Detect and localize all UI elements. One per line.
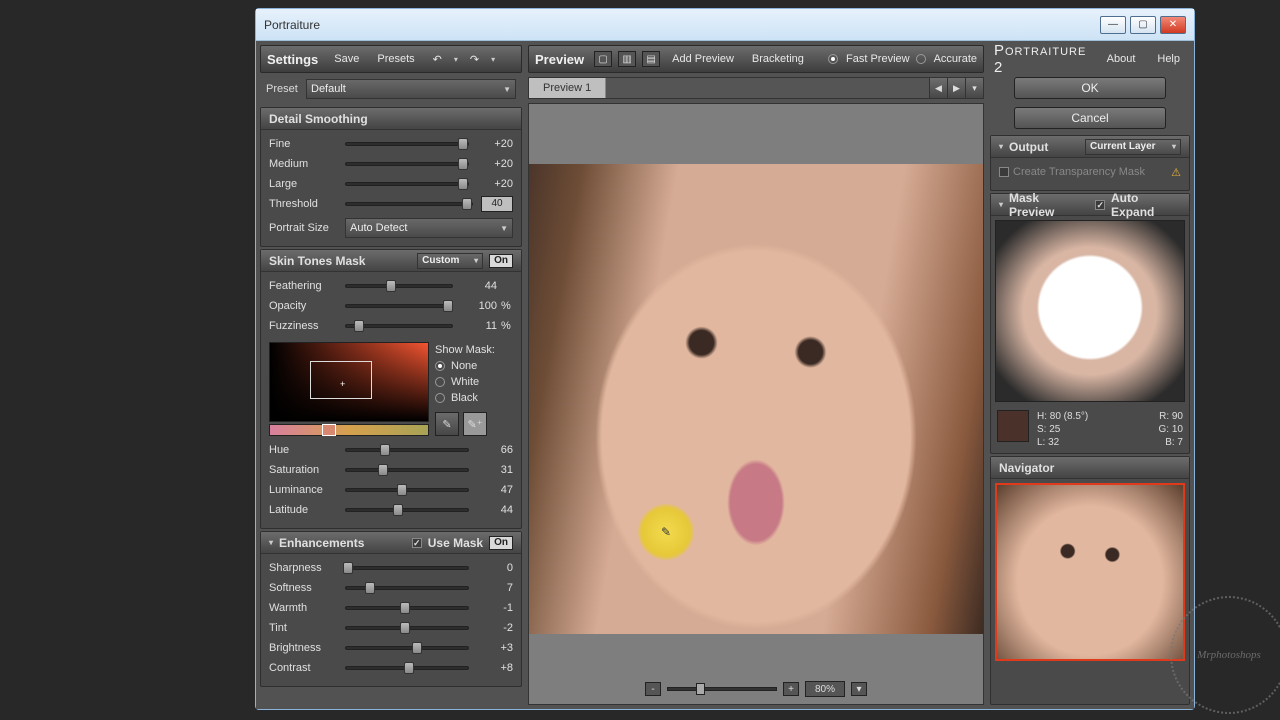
luminance-slider[interactable]	[345, 488, 469, 492]
settings-title: Settings	[267, 52, 318, 67]
zoom-menu-icon[interactable]: ▾	[851, 682, 867, 696]
skin-tones-title: Skin Tones Mask	[269, 254, 365, 268]
threshold-input[interactable]: 40	[481, 196, 513, 212]
zoom-out-button[interactable]: -	[645, 682, 661, 696]
tab-preview-1[interactable]: Preview 1	[529, 78, 606, 98]
tab-prev-icon[interactable]: ◀	[929, 78, 947, 98]
opacity-slider[interactable]	[345, 304, 453, 308]
brand-bar: Portraiture 2 About Help	[990, 45, 1190, 73]
app-window: Portraiture — ▢ ✕ Settings Save Presets …	[255, 8, 1195, 710]
skin-tones-panel: Skin Tones Mask Custom▾ On Feathering 44…	[260, 249, 522, 529]
zoom-slider[interactable]	[667, 687, 777, 691]
bracketing-button[interactable]: Bracketing	[746, 51, 810, 67]
add-preview-button[interactable]: Add Preview	[666, 51, 740, 67]
warning-icon: ⚠	[1171, 166, 1181, 179]
sharpness-slider[interactable]	[345, 566, 469, 570]
preview-toolbar: Preview ▢ ▥ ▤ Add Preview Bracketing Fas…	[528, 45, 984, 73]
detail-smoothing-panel: Detail Smoothing Fine +20 Medium +20 Lar…	[260, 107, 522, 247]
preview-image[interactable]: ✎	[529, 164, 983, 634]
saturation-slider[interactable]	[345, 468, 469, 472]
maximize-button[interactable]: ▢	[1130, 16, 1156, 34]
fine-slider[interactable]	[345, 142, 469, 146]
enhancements-title: Enhancements	[279, 536, 364, 550]
tab-menu-icon[interactable]: ▾	[965, 78, 983, 98]
preset-label: Preset	[266, 83, 306, 95]
minimize-button[interactable]: —	[1100, 16, 1126, 34]
transparency-mask-checkbox[interactable]	[999, 167, 1009, 177]
close-button[interactable]: ✕	[1160, 16, 1186, 34]
view-split-v-icon[interactable]: ▤	[642, 51, 660, 67]
tab-next-icon[interactable]: ▶	[947, 78, 965, 98]
tint-slider[interactable]	[345, 626, 469, 630]
portrait-size-select[interactable]: Auto Detect▼	[345, 218, 513, 238]
navigator-image[interactable]	[995, 483, 1185, 661]
brand-name: Portraiture 2	[994, 42, 1091, 76]
accurate-radio[interactable]	[916, 54, 926, 64]
warmth-slider[interactable]	[345, 606, 469, 610]
settings-toolbar: Settings Save Presets ↶ ▾ ↷ ▾	[260, 45, 522, 73]
sample-color-swatch	[997, 410, 1029, 442]
hue-bar[interactable]	[269, 424, 429, 436]
large-slider[interactable]	[345, 182, 469, 186]
latitude-slider[interactable]	[345, 508, 469, 512]
preset-select[interactable]: Default▼	[306, 79, 516, 99]
presets-button[interactable]: Presets	[371, 51, 420, 67]
enh-on-toggle[interactable]: On	[489, 536, 513, 550]
collapse-icon[interactable]: ▾	[999, 200, 1003, 209]
eyedropper-icon[interactable]: ✎	[435, 412, 459, 436]
hue-slider[interactable]	[345, 448, 469, 452]
fast-preview-radio[interactable]	[828, 54, 838, 64]
enhancements-panel: ▾ Enhancements Use Mask On Sharpness0 So…	[260, 531, 522, 687]
fuzziness-slider[interactable]	[345, 324, 453, 328]
zoom-in-button[interactable]: +	[783, 682, 799, 696]
feathering-slider[interactable]	[345, 284, 453, 288]
collapse-icon[interactable]: ▾	[269, 538, 273, 547]
brightness-slider[interactable]	[345, 646, 469, 650]
show-mask-label: Show Mask:	[435, 342, 495, 358]
output-panel: ▾ Output Current Layer▾ Create Transpare…	[990, 135, 1190, 191]
eyedropper-add-icon[interactable]: ✎⁺	[463, 412, 487, 436]
help-button[interactable]: Help	[1151, 51, 1186, 67]
view-split-h-icon[interactable]: ▥	[618, 51, 636, 67]
save-button[interactable]: Save	[328, 51, 365, 67]
ok-button[interactable]: OK	[1014, 77, 1166, 99]
detail-smoothing-title: Detail Smoothing	[269, 112, 368, 126]
cancel-button[interactable]: Cancel	[1014, 107, 1166, 129]
color-field[interactable]: +	[269, 342, 429, 422]
mask-white-radio[interactable]: White	[435, 374, 495, 390]
eyedropper-cursor: ✎	[638, 504, 694, 560]
undo-icon[interactable]: ↶	[427, 51, 448, 68]
softness-slider[interactable]	[345, 586, 469, 590]
skin-on-toggle[interactable]: On	[489, 254, 513, 268]
about-button[interactable]: About	[1101, 51, 1142, 67]
preview-title: Preview	[535, 52, 584, 67]
titlebar: Portraiture — ▢ ✕	[256, 9, 1194, 41]
medium-slider[interactable]	[345, 162, 469, 166]
mask-preview-image[interactable]	[995, 220, 1185, 402]
threshold-slider[interactable]	[345, 202, 473, 206]
auto-expand-checkbox[interactable]	[1095, 200, 1105, 210]
redo-icon[interactable]: ↷	[464, 51, 485, 68]
navigator-title: Navigator	[999, 461, 1054, 475]
mask-none-radio[interactable]: None	[435, 358, 495, 374]
view-single-icon[interactable]: ▢	[594, 51, 612, 67]
preview-tabs: Preview 1 ◀ ▶ ▾	[528, 77, 984, 99]
navigator-panel: Navigator	[990, 456, 1190, 705]
skin-mode-select[interactable]: Custom▾	[417, 253, 483, 269]
mask-black-radio[interactable]: Black	[435, 390, 495, 406]
contrast-slider[interactable]	[345, 666, 469, 670]
window-title: Portraiture	[264, 18, 1100, 32]
mask-preview-panel: ▾ Mask Preview Auto Expand H: 80 (8.5°) …	[990, 193, 1190, 454]
collapse-icon[interactable]: ▾	[999, 142, 1003, 151]
use-mask-checkbox[interactable]	[412, 538, 422, 548]
zoom-value[interactable]: 80%	[805, 681, 845, 697]
preview-area[interactable]: ✎ - + 80% ▾	[528, 103, 984, 705]
output-dest-select[interactable]: Current Layer▾	[1085, 139, 1181, 155]
